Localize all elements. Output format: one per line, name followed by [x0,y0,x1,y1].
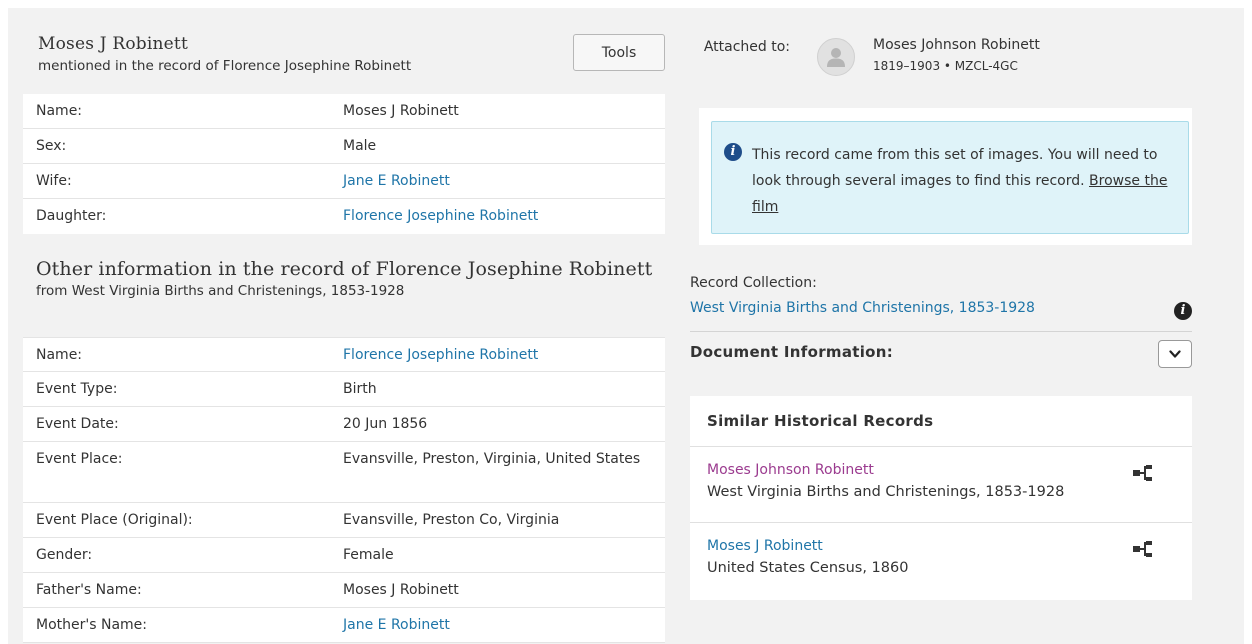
fact-label: Gender: [36,547,93,563]
similar-record-collection: West Virginia Births and Christenings, 1… [707,484,1065,500]
person-facts-table: Name: Moses J Robinett Sex: Male Wife: J… [23,94,665,643]
principal-name-link[interactable]: Florence Josephine Robinett [343,335,665,371]
attached-label: Attached to: [703,39,790,55]
fact-label: Mother's Name: [36,617,147,633]
mother-link[interactable]: Jane E Robinett [343,605,665,642]
fact-label: Name: [36,347,83,363]
fact-value: Male [343,138,377,154]
image-notice-card: i This record came from this set of imag… [699,108,1192,245]
wife-link[interactable]: Jane E Robinett [343,161,665,198]
fact-value: Female [343,547,394,563]
divider [690,331,1192,332]
fact-value: Birth [343,381,377,397]
fact-label: Sex: [36,138,67,154]
other-info-subtitle: from West Virginia Births and Christenin… [36,283,405,299]
fact-value: 20 Jun 1856 [343,416,428,432]
person-silhouette-icon [827,48,845,67]
table-row: Event Place: Evansville, Preston, Virgin… [23,442,665,503]
tree-icon[interactable] [1133,464,1155,482]
fact-label: Wife: [36,173,72,189]
list-item: Moses Johnson Robinett West Virginia Bir… [690,447,1192,523]
person-name: Moses J Robinett [38,34,188,54]
tree-icon[interactable] [1133,540,1155,558]
table-row: Sex: Male [23,129,665,164]
daughter-link[interactable]: Florence Josephine Robinett [343,196,665,234]
table-row: Event Type: Birth [23,372,665,407]
record-details-column: Moses J Robinett mentioned in the record… [23,8,665,643]
table-row: Daughter: Florence Josephine Robinett [23,199,665,234]
fact-value: Moses J Robinett [343,103,459,119]
page-frame: Moses J Robinett mentioned in the record… [0,0,1252,644]
other-info-title: Other information in the record of Flore… [36,258,653,280]
fact-value: Moses J Robinett [343,582,459,598]
person-header: Moses J Robinett mentioned in the record… [23,8,665,94]
table-row: Wife: Jane E Robinett [23,164,665,199]
chevron-down-icon [1169,350,1181,358]
fact-value: Evansville, Preston, Virginia, United St… [343,451,641,467]
fact-label: Father's Name: [36,582,142,598]
list-item: Moses J Robinett United States Census, 1… [690,523,1192,599]
image-notice: i This record came from this set of imag… [711,121,1189,234]
fact-label: Event Place: [36,451,123,467]
fact-value: Evansville, Preston Co, Virginia [343,512,560,528]
tools-button[interactable]: Tools [573,34,665,71]
table-row: Event Date: 20 Jun 1856 [23,407,665,442]
table-row: Name: Florence Josephine Robinett [23,337,665,372]
similar-record-link[interactable]: Moses J Robinett [707,538,1192,554]
table-row: Name: Moses J Robinett [23,94,665,129]
document-info-toggle[interactable] [1158,340,1192,368]
fact-label: Name: [36,103,83,119]
person-subtitle: mentioned in the record of Florence Jose… [38,58,412,74]
sidebar-column: Attached to: Moses Johnson Robinett 1819… [690,8,1192,600]
fact-label: Event Type: [36,381,118,397]
attached-person-name[interactable]: Moses Johnson Robinett [873,37,1040,53]
table-row: Gender: Female [23,538,665,573]
table-row: Father's Name: Moses J Robinett [23,573,665,608]
avatar[interactable] [817,38,855,76]
similar-record-link[interactable]: Moses Johnson Robinett [707,462,1192,478]
attached-person: Attached to: Moses Johnson Robinett 1819… [690,8,1192,108]
fact-label: Event Place (Original): [36,512,193,528]
info-icon: i [724,143,742,161]
fact-label: Event Date: [36,416,119,432]
collection-info-icon[interactable]: i [1174,302,1192,320]
similar-record-collection: United States Census, 1860 [707,560,909,576]
document-information-label: Document Information: [690,343,894,361]
similar-records-title: Similar Historical Records [690,396,1192,447]
record-collection-link[interactable]: West Virginia Births and Christenings, 1… [690,300,1035,316]
similar-records-panel: Similar Historical Records Moses Johnson… [690,396,1192,600]
attached-person-meta: 1819–1903 • MZCL-4GC [873,59,1018,73]
record-page: Moses J Robinett mentioned in the record… [8,8,1244,644]
table-row: Event Place (Original): Evansville, Pres… [23,503,665,538]
table-row: Mother's Name: Jane E Robinett [23,608,665,643]
other-info-header: Other information in the record of Flore… [23,234,665,337]
fact-label: Daughter: [36,208,107,224]
record-collection-label: Record Collection: [690,275,817,291]
